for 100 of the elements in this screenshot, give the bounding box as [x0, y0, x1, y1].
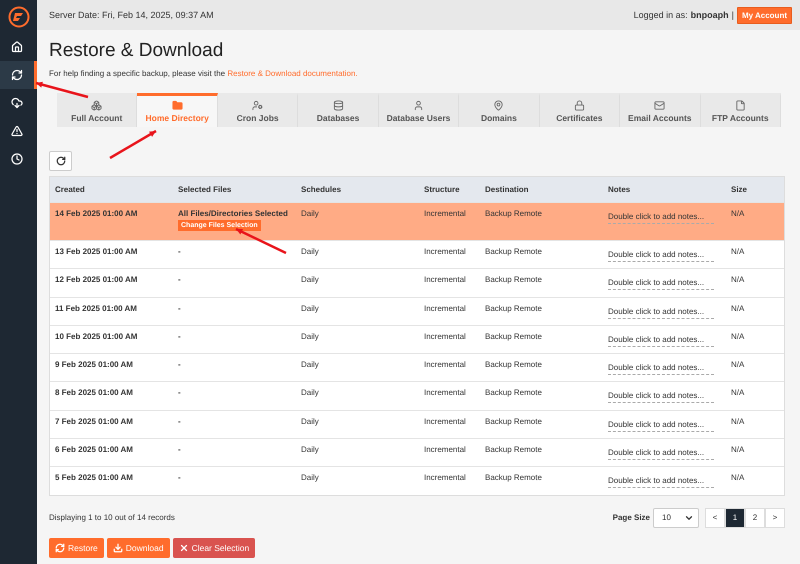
notes-field[interactable]: Double click to add notes...: [608, 476, 714, 488]
schedule-cell-text: Daily: [300, 209, 320, 220]
selected-files-cell-text: -: [177, 360, 182, 372]
schedule-cell-text: Daily: [300, 360, 320, 372]
destination-cell-text: Backup Remote: [484, 360, 543, 372]
selected-files-cell-text: -: [177, 445, 182, 456]
tab[interactable]: Certificates: [540, 93, 620, 127]
size-cell-text: N/A: [730, 416, 746, 428]
clock-icon: [11, 153, 23, 165]
selected-files-cell-text: -: [177, 388, 182, 400]
created-cell-text: 10 Feb 2025 01:00 AM: [54, 332, 138, 343]
lock-icon: [574, 100, 585, 111]
destination-cell-text: Backup Remote: [484, 332, 543, 343]
sidebar-item[interactable]: [0, 61, 37, 89]
map-pin-icon: [493, 100, 504, 111]
pagination-button[interactable]: <: [705, 508, 725, 528]
page-size-label: Page Size: [612, 513, 650, 522]
refresh-button[interactable]: [49, 151, 72, 171]
structure-cell-text: Incremental: [423, 209, 467, 220]
tab[interactable]: Databases: [298, 93, 379, 127]
notes-field[interactable]: Double click to add notes...: [608, 334, 714, 347]
annotation-arrow: [235, 228, 287, 254]
column-header: Selected Files: [177, 185, 232, 194]
schedule-cell-text: Daily: [300, 304, 320, 315]
logged-in-label: Logged in as:: [634, 10, 688, 20]
structure-cell-text: Incremental: [423, 416, 467, 428]
clear-selection-button[interactable]: Clear Selection: [172, 538, 256, 558]
mail-icon: [654, 100, 666, 111]
pagination-button[interactable]: 1: [725, 508, 745, 528]
notes-field[interactable]: Double click to add notes...: [608, 250, 714, 262]
records-text: Displaying 1 to 10 out of 14 records: [49, 513, 175, 522]
notes-field[interactable]: Double click to add notes...: [608, 278, 714, 290]
size-cell-text: N/A: [730, 360, 746, 372]
tab[interactable]: Cron Jobs: [218, 93, 298, 127]
schedule-cell-text: Daily: [300, 416, 320, 428]
created-cell-text: 8 Feb 2025 01:00 AM: [54, 388, 134, 400]
close-icon: [178, 542, 189, 553]
table-row[interactable]: 6 Feb 2025 01:00 AM - Daily Incremental Backup Remote Double click to add notes... N/A: [50, 438, 784, 466]
created-cell-text: 12 Feb 2025 01:00 AM: [54, 275, 138, 286]
destination-cell-text: Backup Remote: [484, 416, 543, 428]
refresh-icon: [11, 69, 23, 81]
pagination-button[interactable]: >: [765, 508, 785, 528]
page-size-select[interactable]: 10: [653, 508, 699, 528]
database-icon: [332, 100, 344, 111]
destination-cell-text: Backup Remote: [484, 445, 543, 456]
tab[interactable]: FTP Accounts: [700, 93, 781, 127]
table-row[interactable]: 13 Feb 2025 01:00 AM - Daily Incremental Backup Remote Double click to add notes... N/A: [50, 240, 784, 268]
page-title: Restore & Download: [49, 40, 224, 62]
destination-cell-text: Backup Remote: [484, 304, 543, 315]
tab[interactable]: Domains: [459, 93, 540, 127]
tab[interactable]: Database Users: [378, 93, 460, 127]
download-icon: [112, 542, 123, 553]
destination-cell-text: Backup Remote: [484, 473, 543, 484]
column-header: Size: [730, 185, 748, 194]
logo-icon: [8, 6, 30, 28]
server-date: Server Date: Fri, Feb 14, 2025, 09:37 AM: [49, 10, 214, 20]
structure-cell-text: Incremental: [423, 332, 467, 343]
structure-cell-text: Incremental: [423, 304, 467, 315]
destination-cell-text: Backup Remote: [484, 247, 543, 258]
structure-cell-text: Incremental: [423, 247, 467, 258]
created-cell-text: 9 Feb 2025 01:00 AM: [54, 360, 134, 372]
warning-icon: [11, 125, 23, 137]
notes-field[interactable]: Double click to add notes...: [608, 306, 714, 319]
size-cell-text: N/A: [730, 473, 746, 484]
selected-files-cell-text: -: [177, 304, 182, 315]
selected-files-cell-text: -: [177, 275, 182, 286]
structure-cell-text: Incremental: [423, 275, 467, 286]
column-header: Schedules: [300, 185, 342, 194]
size-cell-text: N/A: [730, 332, 746, 343]
folder-icon: [172, 100, 183, 111]
refresh-icon: [56, 156, 66, 166]
pagination-button[interactable]: 2: [745, 508, 765, 528]
destination-cell-text: Backup Remote: [484, 209, 543, 220]
created-cell-text: 7 Feb 2025 01:00 AM: [54, 416, 134, 428]
created-cell-text: 14 Feb 2025 01:00 AM: [54, 209, 138, 220]
created-cell-text: 6 Feb 2025 01:00 AM: [54, 445, 134, 456]
home-icon: [11, 41, 23, 53]
size-cell-text: N/A: [730, 247, 746, 258]
selected-files-cell-text: -: [177, 473, 182, 484]
destination-cell-text: Backup Remote: [484, 388, 543, 400]
column-header: Structure: [423, 185, 461, 194]
notes-field[interactable]: Double click to add notes...: [608, 448, 714, 460]
refresh-icon: [55, 542, 65, 553]
schedule-cell-text: Daily: [300, 388, 320, 400]
notes-field[interactable]: Double click to add notes...: [608, 212, 714, 224]
notes-field[interactable]: Double click to add notes...: [608, 391, 714, 404]
separator: |: [732, 10, 734, 20]
schedule-cell-text: Daily: [300, 332, 320, 343]
destination-cell-text: Backup Remote: [484, 275, 543, 286]
column-header: Notes: [607, 185, 632, 194]
notes-field[interactable]: Double click to add notes...: [608, 363, 714, 376]
size-cell-text: N/A: [730, 275, 746, 286]
selected-files-cell: All Files/Directories Selected: [178, 209, 288, 218]
tab[interactable]: Email Accounts: [620, 93, 700, 127]
created-cell-text: 5 Feb 2025 01:00 AM: [54, 473, 134, 484]
notes-field[interactable]: Double click to add notes...: [608, 420, 714, 432]
tab[interactable]: Full Account: [57, 93, 138, 127]
table-row[interactable]: 9 Feb 2025 01:00 AM - Daily Incremental Backup Remote Double click to add notes... N/A: [50, 353, 784, 382]
created-cell-text: 13 Feb 2025 01:00 AM: [54, 247, 138, 258]
user-gear-icon: [252, 100, 264, 111]
